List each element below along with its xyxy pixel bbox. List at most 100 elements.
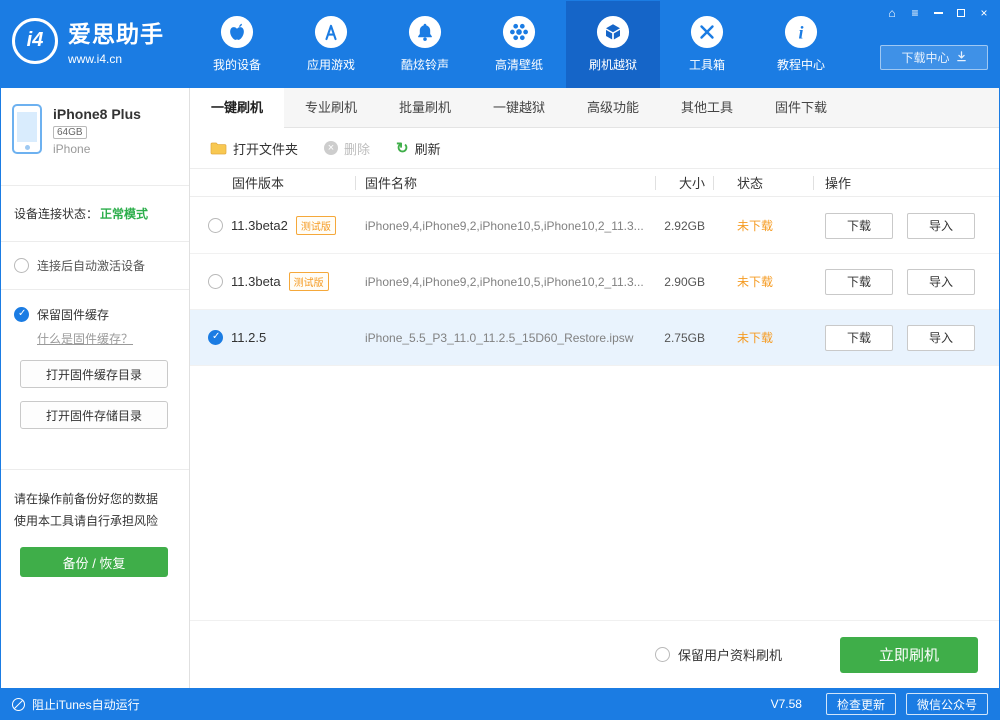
nav-toolbox[interactable]: 工具箱	[660, 0, 754, 88]
nav-my-devices[interactable]: 我的设备	[190, 0, 284, 88]
delete-button[interactable]: × 删除	[324, 139, 370, 158]
warning-line-2: 使用本工具请自行承担风险	[14, 514, 159, 528]
import-button[interactable]: 导入	[907, 268, 975, 295]
close-icon[interactable]: ×	[978, 6, 990, 20]
backup-restore-button[interactable]: 备份 / 恢复	[20, 547, 168, 577]
tab-other-tools[interactable]: 其他工具	[660, 88, 754, 128]
download-button[interactable]: 下载	[825, 324, 893, 351]
keep-user-data-option[interactable]: 保留用户资料刷机	[654, 645, 782, 664]
open-cache-dir-button[interactable]: 打开固件缓存目录	[20, 360, 168, 388]
flash-now-button[interactable]: 立即刷机	[840, 636, 978, 673]
firmware-version: 11.3beta	[231, 274, 281, 289]
nav-wallpapers[interactable]: 高清壁纸	[472, 0, 566, 88]
nav-flash-jailbreak[interactable]: 刷机越狱	[566, 0, 660, 88]
appstore-icon	[314, 15, 348, 49]
flash-action-bar: 保留用户资料刷机 立即刷机	[190, 620, 1000, 688]
firmware-row[interactable]: 11.3beta 测试版 iPhone9,4,iPhone9,2,iPhone1…	[190, 254, 1000, 310]
firmware-row[interactable]: 11.2.5 iPhone_5.5_P3_11.0_11.2.5_15D60_R…	[190, 310, 1000, 366]
firmware-name: iPhone_5.5_P3_11.0_11.2.5_15D60_Restore.…	[365, 330, 634, 345]
tab-one-click-flash[interactable]: 一键刷机	[190, 88, 284, 128]
firmware-select-radio[interactable]	[208, 218, 223, 233]
firmware-size: 2.90GB	[664, 274, 705, 289]
keep-user-data-radio[interactable]	[654, 647, 670, 662]
download-center-button[interactable]: 下载中心	[880, 45, 988, 70]
wechat-official-button[interactable]: 微信公众号	[905, 693, 988, 715]
nav-tutorial-center[interactable]: i 教程中心	[754, 0, 848, 88]
app-header: i4 爱思助手 www.i4.cn 我的设备 应用游戏 酷炫铃声 高清壁纸 刷机…	[0, 0, 1000, 88]
maximize-icon[interactable]	[955, 6, 967, 20]
block-itunes-option[interactable]: 阻止iTunes自动运行	[12, 696, 140, 713]
firmware-toolbar: 打开文件夹 × 删除 ↻ 刷新	[190, 128, 1000, 168]
bell-icon	[408, 15, 442, 49]
tab-one-click-jailbreak[interactable]: 一键越狱	[472, 88, 566, 128]
svg-text:i: i	[799, 23, 804, 43]
menu-icon[interactable]: ≡	[909, 6, 921, 20]
header-status: 状态	[713, 169, 813, 196]
keep-cache-option[interactable]: 保留固件缓存	[14, 306, 175, 323]
import-button[interactable]: 导入	[907, 324, 975, 351]
flower-icon	[502, 15, 536, 49]
status-bar: 阻止iTunes自动运行 V7.58 检查更新 微信公众号	[0, 688, 1000, 720]
header-action: 操作	[813, 169, 1000, 196]
apple-icon	[220, 15, 254, 49]
beta-badge: 测试版	[288, 272, 329, 291]
flash-tabs: 一键刷机 专业刷机 批量刷机 一键越狱 高级功能 其他工具 固件下载	[190, 88, 1000, 128]
auto-activate-radio[interactable]	[14, 258, 29, 273]
main-content: 一键刷机 专业刷机 批量刷机 一键越狱 高级功能 其他工具 固件下载 打开文件夹…	[190, 88, 1000, 688]
download-icon	[956, 50, 967, 65]
connection-mode-value: 正常模式	[100, 207, 149, 221]
tab-pro-flash[interactable]: 专业刷机	[284, 88, 378, 128]
firmware-table-header: 固件版本 固件名称 大小 状态 操作	[190, 168, 1000, 197]
header-name: 固件名称	[355, 169, 655, 196]
logo-icon: i4	[12, 17, 58, 64]
firmware-select-radio[interactable]	[208, 330, 223, 345]
beta-badge: 测试版	[295, 216, 336, 235]
firmware-row[interactable]: 11.3beta2 测试版 iPhone9,4,iPhone9,2,iPhone…	[190, 198, 1000, 254]
tab-batch-flash[interactable]: 批量刷机	[378, 88, 472, 128]
device-capacity-badge: 64GB	[53, 126, 87, 139]
firmware-cache-section: 保留固件缓存 什么是固件缓存？ 打开固件缓存目录 打开固件存储目录	[0, 290, 189, 470]
app-url: www.i4.cn	[68, 52, 123, 66]
firmware-version: 11.3beta2	[231, 218, 288, 233]
iphone-device-icon	[12, 104, 42, 154]
refresh-button[interactable]: ↻ 刷新	[396, 139, 441, 158]
open-folder-button[interactable]: 打开文件夹	[210, 139, 298, 158]
what-is-cache-link[interactable]: 什么是固件缓存？	[37, 330, 175, 347]
download-button[interactable]: 下载	[825, 212, 893, 239]
firmware-size: 2.92GB	[664, 218, 705, 233]
home-icon[interactable]: ⌂	[886, 6, 898, 20]
device-type: iPhone	[53, 142, 91, 156]
crossed-tools-icon	[690, 15, 724, 49]
check-update-button[interactable]: 检查更新	[825, 693, 896, 715]
auto-activate-option[interactable]: 连接后自动激活设备	[0, 242, 189, 290]
delete-circle-icon: ×	[324, 141, 339, 155]
firmware-select-radio[interactable]	[208, 274, 223, 289]
firmware-status: 未下载	[737, 219, 774, 233]
header-size: 大小	[655, 169, 713, 196]
backup-warning-section: 请在操作前备份好您的数据 使用本工具请自行承担风险 备份 / 恢复	[0, 470, 189, 595]
app-logo: i4 爱思助手 www.i4.cn	[12, 15, 164, 66]
open-storage-dir-button[interactable]: 打开固件存储目录	[20, 401, 168, 429]
import-button[interactable]: 导入	[907, 212, 975, 239]
download-button[interactable]: 下载	[825, 268, 893, 295]
firmware-status: 未下载	[737, 275, 774, 289]
tab-advanced-functions[interactable]: 高级功能	[566, 88, 660, 128]
main-nav: 我的设备 应用游戏 酷炫铃声 高清壁纸 刷机越狱 工具箱 i 教程中心	[190, 0, 848, 88]
header-version: 固件版本	[232, 176, 285, 191]
nav-app-games[interactable]: 应用游戏	[284, 0, 378, 88]
tab-firmware-download[interactable]: 固件下载	[754, 88, 848, 128]
folder-icon	[210, 141, 227, 155]
device-name: iPhone8 Plus	[53, 106, 141, 122]
firmware-version: 11.2.5	[231, 330, 267, 345]
minimize-icon[interactable]	[932, 6, 944, 20]
keep-cache-checkbox[interactable]	[14, 307, 29, 322]
device-card: iPhone8 Plus 64GB iPhone	[0, 88, 189, 186]
firmware-name: iPhone9,4,iPhone9,2,iPhone10,5,iPhone10,…	[365, 218, 644, 233]
firmware-name: iPhone9,4,iPhone9,2,iPhone10,5,iPhone10,…	[365, 274, 644, 289]
warning-line-1: 请在操作前备份好您的数据	[14, 492, 159, 506]
sidebar: iPhone8 Plus 64GB iPhone 设备连接状态： 正常模式 连接…	[0, 88, 190, 688]
window-controls: ⌂ ≡ ×	[886, 5, 990, 21]
nav-ringtones[interactable]: 酷炫铃声	[378, 0, 472, 88]
app-version: V7.58	[770, 697, 802, 711]
package-box-icon	[596, 15, 630, 49]
